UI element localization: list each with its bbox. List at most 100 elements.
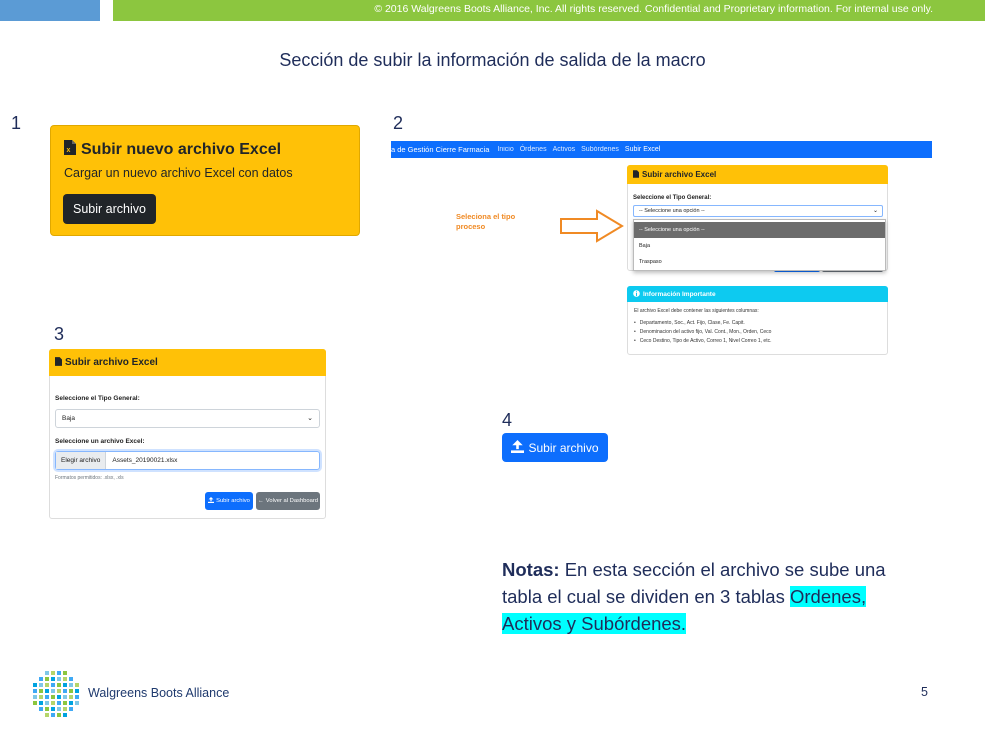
tipo-general-label: Seleccione el Tipo General: (633, 195, 712, 201)
nav-link-ordenes[interactable]: Órdenes (520, 146, 547, 153)
logo-dot (51, 707, 55, 711)
info-card-header: Información Importante (627, 286, 888, 302)
logo-dot (33, 683, 37, 687)
nav-link-inicio[interactable]: Inicio (497, 146, 513, 153)
page-number: 5 (921, 685, 928, 699)
info-column-list: Departamento, Soc., Act. Fijo, Clase, Fe… (634, 320, 772, 347)
step-number-3: 3 (54, 324, 65, 344)
back-to-dashboard-label: Volver al Dashboard (265, 498, 318, 504)
info-list-item: Departamento, Soc., Act. Fijo, Clase, Fe… (634, 320, 772, 329)
file-excel-icon (633, 169, 639, 180)
logo-dot (39, 677, 43, 681)
info-list-item: Ceco Destino, Tipo de Activo, Correo 1, … (634, 338, 772, 347)
logo-dot (45, 701, 49, 705)
file-excel-icon (55, 356, 62, 369)
logo-dot (51, 671, 55, 675)
logo-dot (51, 713, 55, 717)
logo-dot (63, 671, 67, 675)
logo-dot (63, 713, 67, 717)
annotation-label: Seleciona el tipo proceso (456, 212, 515, 232)
dropdown-option-placeholder[interactable]: -- Seleccione una opción -- (634, 222, 885, 238)
upload-form-card-header: Subir archivo Excel (627, 165, 888, 184)
arrow-left-icon: ← (258, 498, 264, 504)
svg-text:x: x (67, 147, 71, 154)
logo-dot (45, 683, 49, 687)
excel-file-label: Seleccione un archivo Excel: (55, 438, 145, 445)
chevron-down-icon: ⌄ (872, 208, 878, 214)
choose-file-button[interactable]: Elegir archivo (56, 452, 107, 469)
company-name: Walgreens Boots Alliance (88, 686, 230, 700)
logo-dot (63, 689, 67, 693)
submit-upload-label: Subir archivo (216, 498, 250, 504)
tipo-general-select[interactable]: Baja ⌄ (55, 409, 320, 428)
allowed-formats-hint: Formatos permitidos: .xlsx, .xls (55, 475, 124, 481)
tipo-general-select-value: Baja (62, 415, 76, 422)
dropdown-option-baja[interactable]: Baja (634, 238, 885, 254)
submit-upload-button[interactable]: Subir archivo (205, 492, 253, 510)
back-to-dashboard-button[interactable]: ← Volver al Dashboard (256, 492, 320, 510)
logo-dot (39, 701, 43, 705)
logo-dot (63, 677, 67, 681)
info-card-title: Información Importante (643, 290, 716, 298)
nav-link-subir-excel[interactable]: Subir Excel (625, 146, 660, 153)
nav-link-subordenes[interactable]: Subórdenes (581, 146, 619, 153)
header-bar-blue (0, 0, 100, 21)
upload-file-primary-button[interactable]: Subir archivo (502, 433, 608, 462)
excel-file-input[interactable]: Elegir archivo Assets_20190021.xlsx (55, 451, 320, 470)
logo-dot (45, 689, 49, 693)
upload-file-button[interactable]: Subir archivo (63, 194, 156, 224)
logo-dot (39, 707, 43, 711)
dropdown-option-traspaso[interactable]: Traspaso (634, 254, 885, 270)
tipo-general-select-value: -- Seleccione una opción -- (639, 208, 705, 214)
upload-file-primary-label: Subir archivo (528, 440, 599, 455)
logo-dot (45, 695, 49, 699)
upload-card-title: x Subir nuevo archivo Excel (64, 140, 281, 160)
chevron-down-icon: ⌄ (307, 415, 313, 422)
step-number-1: 1 (11, 113, 22, 133)
navbar-brand[interactable]: a de Gestión Cierre Farmacia (391, 145, 489, 154)
logo-dot (33, 695, 37, 699)
walgreens-boots-alliance-logo (33, 671, 79, 717)
annotation-line-2: proceso (456, 222, 486, 231)
logo-dot (57, 671, 61, 675)
logo-dot (33, 689, 37, 693)
tipo-general-dropdown: -- Seleccione una opción -- Baja Traspas… (633, 219, 886, 271)
logo-dot (51, 683, 55, 687)
logo-dot (75, 695, 79, 699)
upload-form-filled-header: Subir archivo Excel (49, 349, 326, 376)
logo-dot (57, 707, 61, 711)
logo-dot (69, 701, 73, 705)
logo-dot (75, 689, 79, 693)
logo-dot (57, 689, 61, 693)
app-navbar: a de Gestión Cierre Farmacia Inicio Órde… (391, 141, 932, 158)
upload-card-title-text: Subir nuevo archivo Excel (81, 141, 282, 158)
logo-dot (39, 683, 43, 687)
logo-dot (69, 683, 73, 687)
logo-dot (51, 677, 55, 681)
logo-dot (63, 695, 67, 699)
upload-card-subtitle: Cargar un nuevo archivo Excel con datos (64, 166, 293, 180)
logo-dot (63, 683, 67, 687)
upload-form-filled-title: Subir archivo Excel (65, 357, 158, 368)
logo-dot (63, 707, 67, 711)
logo-dot (51, 695, 55, 699)
logo-dot (75, 683, 79, 687)
slide-title: Sección de subir la información de salid… (279, 50, 706, 70)
upload-excel-card: x Subir nuevo archivo Excel Cargar un nu… (50, 125, 360, 236)
logo-dot (63, 701, 67, 705)
logo-dot (33, 701, 37, 705)
tipo-general-select[interactable]: -- Seleccione una opción -- ⌄ (633, 205, 883, 217)
info-circle-icon (633, 289, 640, 299)
nav-link-activos[interactable]: Activos (553, 146, 576, 153)
logo-dot (45, 707, 49, 711)
logo-dot (75, 701, 79, 705)
upload-form-card-title: Subir archivo Excel (642, 170, 717, 179)
logo-dot (45, 713, 49, 717)
header-bar-gap (100, 0, 113, 21)
logo-dot (45, 677, 49, 681)
logo-dot (69, 695, 73, 699)
copyright-text: © 2016 Walgreens Boots Alliance, Inc. Al… (374, 3, 933, 15)
logo-dot (57, 695, 61, 699)
selected-file-name: Assets_20190021.xlsx (112, 457, 178, 464)
notes-label: Notas: (502, 559, 560, 580)
